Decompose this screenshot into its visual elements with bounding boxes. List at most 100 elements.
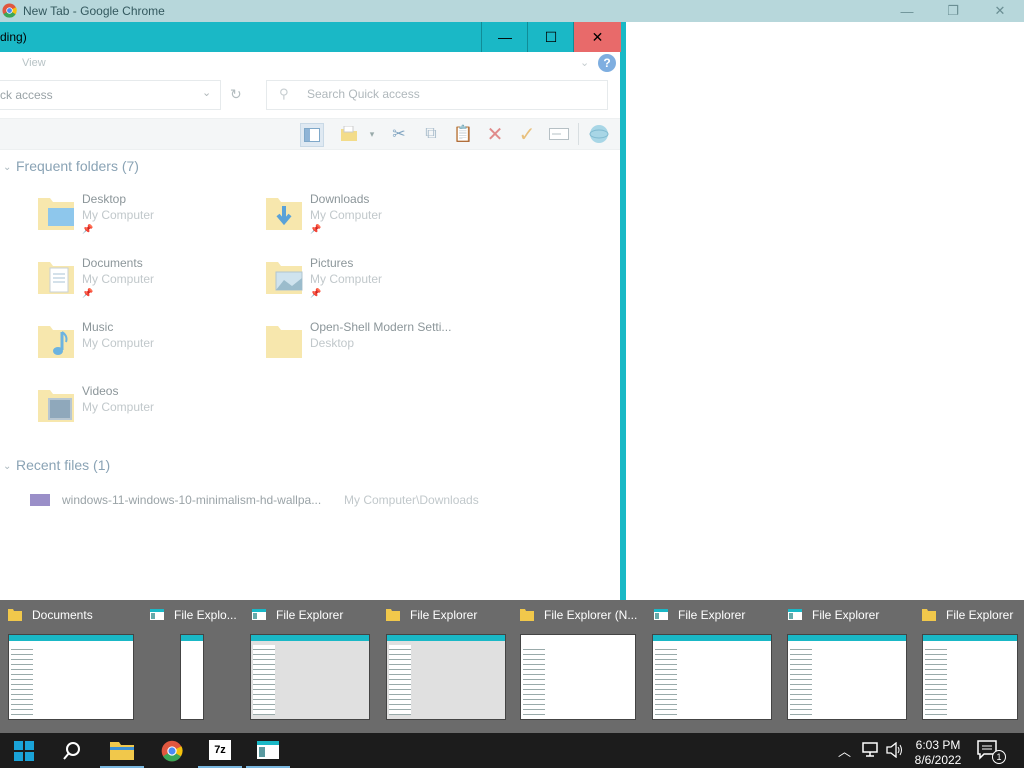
pin-icon: 📌 <box>310 288 322 298</box>
address-bar[interactable]: ck access ⌄ <box>0 80 221 110</box>
speaker-icon[interactable] <box>886 742 904 758</box>
desktop-folder-icon <box>38 198 74 230</box>
taskbar-chrome[interactable] <box>150 733 194 768</box>
explorer-minimize-button[interactable]: — <box>481 22 528 52</box>
chevron-down-icon[interactable]: ⌄ <box>3 162 11 173</box>
network-icon[interactable] <box>862 742 880 758</box>
globe-icon[interactable] <box>588 123 610 145</box>
search-box[interactable]: ⚲ <box>266 80 608 110</box>
explorer-titlebar[interactable]: ding) — ☐ ✕ <box>0 22 621 52</box>
recent-file-row[interactable]: windows-11-windows-10-minimalism-hd-wall… <box>0 490 600 510</box>
chrome-maximize-button[interactable]: ❐ <box>930 0 976 22</box>
clock-date[interactable]: 8/6/2022 <box>908 753 968 767</box>
chevron-down-icon[interactable]: ⌄ <box>202 86 211 99</box>
rename-icon[interactable] <box>548 123 570 145</box>
folder-name: Downloads <box>310 192 370 206</box>
folder-location: My Computer <box>310 208 383 222</box>
copy-icon[interactable]: ⧉ <box>420 123 442 145</box>
explorer-window-title: ding) <box>0 30 27 44</box>
cut-icon[interactable]: ✂ <box>388 123 410 145</box>
folder-location: My Computer <box>82 400 155 414</box>
taskbar-file-explorer[interactable] <box>100 733 144 768</box>
chevron-down-icon[interactable]: ▾ <box>366 123 378 145</box>
search-icon <box>63 741 80 760</box>
chrome-window-title: New Tab - Google Chrome <box>23 4 165 18</box>
toolbar-divider <box>578 123 579 145</box>
chrome-minimize-button[interactable]: — <box>884 0 930 22</box>
recent-file-name: windows-11-windows-10-minimalism-hd-wall… <box>62 493 322 507</box>
frequent-folders-header[interactable]: Frequent folders (7) <box>16 158 139 174</box>
chrome-page-area[interactable] <box>626 22 1024 600</box>
folder-location: My Computer <box>310 272 383 286</box>
delete-icon[interactable]: ✕ <box>484 123 506 146</box>
thumbnail-preview <box>787 634 907 720</box>
chrome-titlebar: New Tab - Google Chrome — ❐ ✕ <box>0 0 1024 22</box>
window-icon <box>788 609 802 620</box>
explorer-toolbar: ▾ ✂ ⧉ 📋 ✕ ✓ <box>0 118 620 150</box>
thumbnail-file-explorer-1[interactable]: File Explo... <box>142 600 242 730</box>
refresh-icon[interactable]: ↻ <box>230 86 242 103</box>
help-icon[interactable]: ? <box>598 54 616 72</box>
folder-icon <box>922 609 936 621</box>
chevron-down-icon[interactable]: ⌄ <box>3 461 11 472</box>
clock-time[interactable]: 6:03 PM <box>908 738 968 752</box>
folder-tile-documents[interactable]: Documents My Computer 📌 <box>0 256 240 316</box>
thumbnail-title: File Explorer <box>276 608 344 622</box>
thumbnail-preview <box>652 634 772 720</box>
start-button[interactable] <box>2 733 46 768</box>
pin-icon: 📌 <box>310 224 322 234</box>
folder-location: Desktop <box>310 336 355 350</box>
folder-tile-open-shell[interactable]: Open-Shell Modern Setti... Desktop <box>228 320 468 380</box>
ribbon-tab-view[interactable]: View <box>22 57 46 69</box>
folder-icon <box>8 609 22 621</box>
layout-pane-icon[interactable] <box>300 123 324 147</box>
file-explorer-window: ding) — ☐ ✕ View ⌄ ? ck access ⌄ ↻ ⚲ ▾ ✂… <box>0 22 626 600</box>
folder-name: Music <box>82 320 114 334</box>
folder-tile-downloads[interactable]: Downloads My Computer 📌 <box>228 192 468 252</box>
chrome-close-button[interactable]: ✕ <box>976 0 1024 22</box>
thumbnail-preview <box>520 634 636 720</box>
chevron-up-icon[interactable]: ︿ <box>838 741 851 760</box>
thumbnail-file-explorer-6[interactable]: File Explorer <box>780 600 912 730</box>
paste-icon[interactable]: 📋 <box>452 123 474 145</box>
thumbnail-preview <box>922 634 1018 720</box>
folder-tile-pictures[interactable]: Pictures My Computer 📌 <box>228 256 468 316</box>
chevron-down-icon[interactable]: ⌄ <box>580 56 589 69</box>
search-icon: ⚲ <box>279 86 289 101</box>
folder-tile-desktop[interactable]: Desktop My Computer 📌 <box>0 192 240 252</box>
folder-tile-videos[interactable]: Videos My Computer <box>0 384 240 444</box>
explorer-maximize-button[interactable]: ☐ <box>527 22 574 52</box>
thumbnail-title: File Explorer <box>812 608 880 622</box>
folder-tile-music[interactable]: Music My Computer <box>0 320 240 380</box>
search-button[interactable] <box>50 733 94 768</box>
thumbnail-documents[interactable]: Documents <box>0 600 140 730</box>
recent-files-header[interactable]: Recent files (1) <box>16 457 110 473</box>
taskbar-explorer-window[interactable] <box>246 733 290 768</box>
music-folder-icon <box>38 326 74 358</box>
chrome-logo-icon <box>2 3 17 18</box>
search-input[interactable] <box>305 86 589 102</box>
folder-icon <box>266 326 302 358</box>
notification-center-button[interactable]: 1 <box>976 738 1006 764</box>
folder-icon <box>520 609 534 621</box>
thumbnail-file-explorer-7[interactable]: File Explorer <box>914 600 1024 730</box>
folder-location: My Computer <box>82 272 155 286</box>
thumbnail-file-explorer-5[interactable]: File Explorer <box>646 600 778 730</box>
window-icon <box>150 609 164 620</box>
thumbnail-preview <box>180 634 204 720</box>
folder-name: Desktop <box>82 192 127 206</box>
documents-folder-icon <box>38 262 74 294</box>
explorer-close-button[interactable]: ✕ <box>573 22 621 52</box>
chrome-icon <box>161 740 183 761</box>
window-icon <box>252 609 266 620</box>
folder-icon <box>110 741 134 760</box>
checkmark-icon[interactable]: ✓ <box>516 123 538 146</box>
window-icon <box>257 740 279 759</box>
folder-location: My Computer <box>82 336 155 350</box>
taskbar-7zip[interactable]: 7z <box>198 733 242 768</box>
thumbnail-title: File Explorer <box>678 608 746 622</box>
folder-options-icon[interactable] <box>338 123 360 145</box>
thumbnail-file-explorer-4[interactable]: File Explorer (N... <box>512 600 644 730</box>
thumbnail-file-explorer-2[interactable]: File Explorer <box>244 600 376 730</box>
thumbnail-file-explorer-3[interactable]: File Explorer <box>378 600 510 730</box>
